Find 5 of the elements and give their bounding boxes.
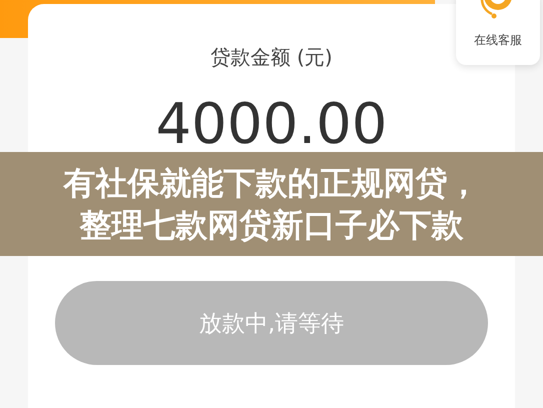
customer-service-button[interactable]: 在线客服 xyxy=(456,0,540,65)
loan-amount-label: 贷款金额 (元) xyxy=(210,44,332,71)
loan-amount: 4000.00 xyxy=(156,97,388,153)
caption-line: 整理七款网贷新口子必下款 xyxy=(80,205,464,246)
caption-line: 有社保就能下款的正规网贷， xyxy=(64,163,480,204)
